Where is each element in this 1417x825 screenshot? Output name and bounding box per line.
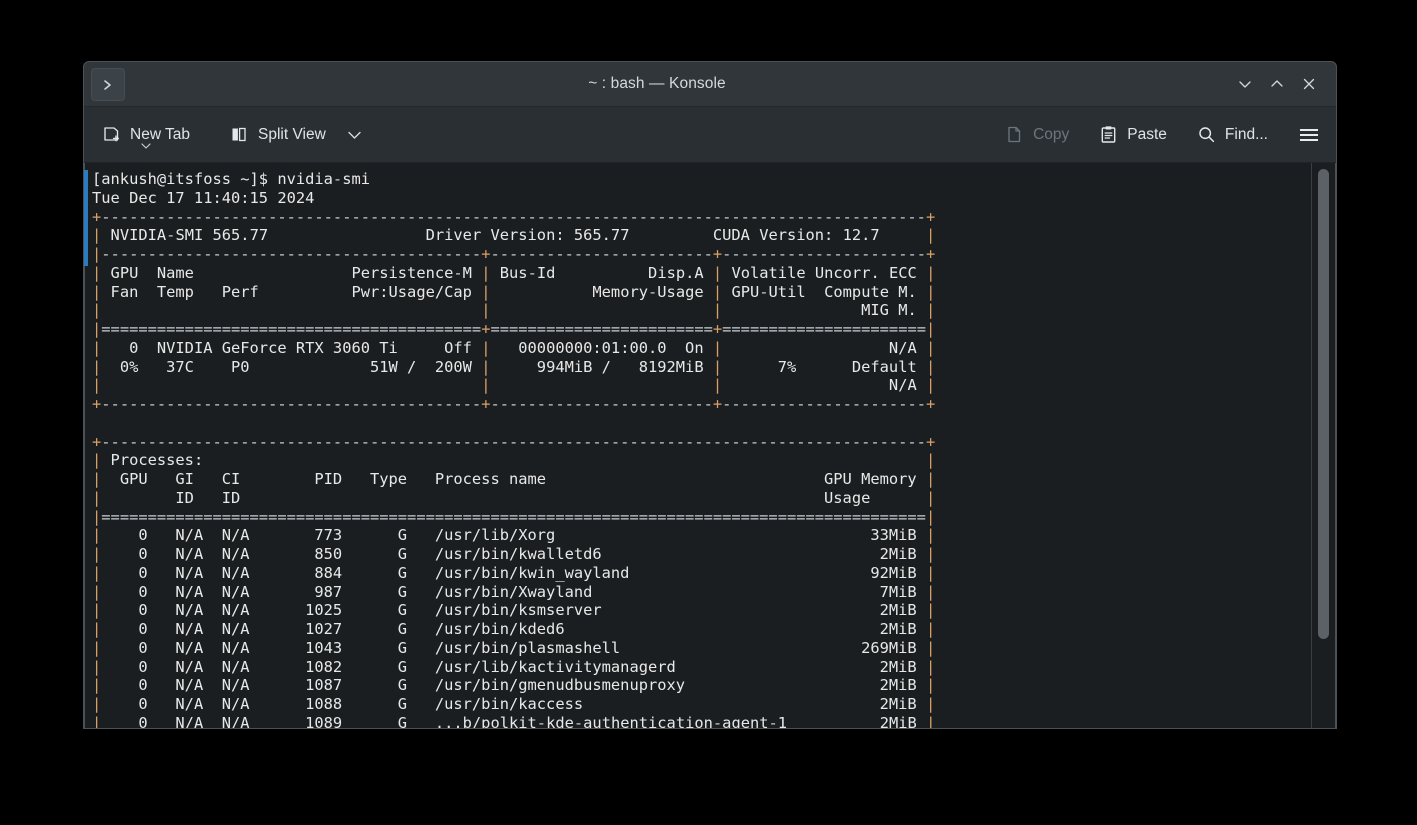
command-output-marker	[84, 170, 88, 266]
scrollbar-thumb[interactable]	[1318, 169, 1329, 639]
paste-button[interactable]: Paste	[1091, 119, 1175, 150]
close-icon[interactable]	[1294, 69, 1324, 99]
copy-icon	[1005, 125, 1024, 144]
window-titlebar[interactable]: ~ : bash — Konsole	[84, 62, 1336, 107]
main-toolbar: New Tab Split View Copy Paste Find...	[84, 107, 1336, 163]
terminal-area[interactable]: [ankush@itsfoss ~]$ nvidia-smi Tue Dec 1…	[84, 163, 1336, 728]
maximize-icon[interactable]	[1262, 69, 1292, 99]
terminal-prompt-icon[interactable]	[91, 68, 125, 101]
find-label: Find...	[1224, 125, 1268, 143]
terminal-scrollbar[interactable]	[1311, 163, 1336, 728]
new-tab-button[interactable]: New Tab	[94, 119, 198, 150]
chevron-down-icon	[346, 129, 363, 140]
minimize-icon[interactable]	[1230, 69, 1260, 99]
split-view-button[interactable]: Split View	[222, 119, 334, 150]
konsole-window: ~ : bash — Konsole New Tab Split View Co…	[83, 61, 1337, 729]
find-button[interactable]: Find...	[1189, 119, 1276, 150]
terminal-text: [ankush@itsfoss ~]$ nvidia-smi Tue Dec 1…	[92, 170, 936, 728]
paste-icon	[1099, 125, 1118, 144]
split-view-icon	[230, 125, 249, 144]
copy-label: Copy	[1033, 125, 1070, 143]
hamburger-menu-icon	[1298, 126, 1320, 144]
split-view-label: Split View	[258, 125, 326, 143]
terminal-output-pane[interactable]: [ankush@itsfoss ~]$ nvidia-smi Tue Dec 1…	[84, 163, 1311, 728]
window-title: ~ : bash — Konsole	[588, 75, 726, 92]
new-tab-icon	[102, 125, 121, 144]
copy-button[interactable]: Copy	[997, 119, 1077, 150]
split-view-dropdown[interactable]	[344, 123, 371, 146]
hamburger-menu-button[interactable]	[1290, 120, 1324, 150]
terminal-right-border	[1335, 163, 1336, 728]
paste-label: Paste	[1127, 125, 1167, 143]
search-icon	[1197, 125, 1216, 144]
new-tab-chevron-down-icon[interactable]	[140, 137, 153, 155]
